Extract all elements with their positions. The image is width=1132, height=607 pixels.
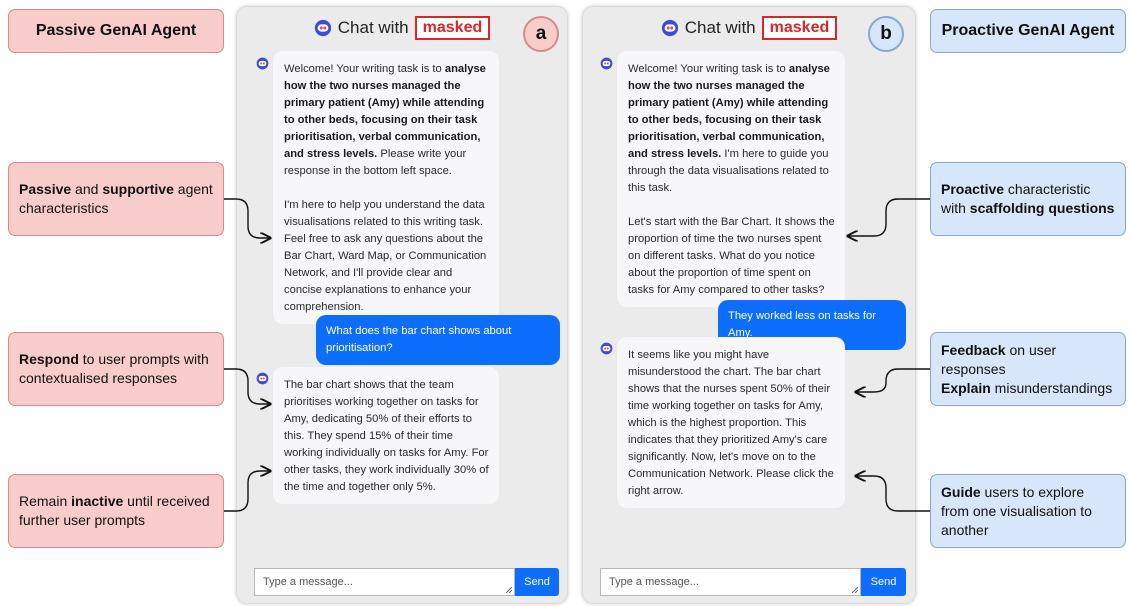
bot-avatar-icon <box>600 342 613 355</box>
proactive-agent-header-label: Proactive GenAI Agent <box>941 22 1115 39</box>
note-respond: Respond to user prompts with contextuali… <box>8 332 224 406</box>
note-bold-feedback: Feedback <box>941 341 1006 358</box>
bot-avatar-icon <box>256 372 269 385</box>
bot-avatar-icon <box>256 57 269 70</box>
resize-grip-icon[interactable] <box>852 587 858 593</box>
note-guide: Guide users to explore from one visualis… <box>930 474 1126 548</box>
note-bold-respond: Respond <box>19 351 79 367</box>
note-text: and <box>71 181 103 197</box>
send-button[interactable]: Send <box>861 568 906 596</box>
chat-panel-b: Chat with masked b Welcome! Your writing… <box>583 7 915 603</box>
note-bold-guide: Guide <box>941 483 981 500</box>
bot-logo-icon <box>314 19 331 37</box>
note-text: misunderstandings <box>990 379 1113 396</box>
masked-label: masked <box>414 16 491 40</box>
chat-title-text: Chat with <box>337 18 409 37</box>
chat-header: Chat with masked <box>583 16 915 40</box>
msg-paragraph: Let's start with the Bar Chart. It shows… <box>628 216 835 296</box>
message-input-placeholder: Type a message... <box>609 576 699 588</box>
masked-label: masked <box>761 16 838 40</box>
proactive-agent-header: Proactive GenAI Agent <box>930 9 1126 53</box>
note-bold-proactive: Proactive <box>941 181 1005 197</box>
note-bold-inactive: inactive <box>71 493 124 509</box>
bot-message-reply: The bar chart shows that the team priori… <box>273 367 499 504</box>
chat-title-text: Chat with <box>684 18 756 37</box>
bot-logo-icon <box>661 19 678 37</box>
msg-text: Welcome! Your writing task is to <box>628 63 789 75</box>
note-bold-scaffolding: scaffolding questions <box>969 200 1115 216</box>
msg-bold-task: analyse how the two nurses managed the p… <box>628 63 830 160</box>
msg-bold-task: analyse how the two nurses managed the p… <box>284 63 486 160</box>
note-bold-explain: Explain <box>941 379 991 396</box>
note-bold-passive: Passive <box>19 181 72 197</box>
msg-paragraph: I'm here to help you understand the data… <box>284 199 487 313</box>
chat-header: Chat with masked <box>237 16 567 40</box>
user-message: What does the bar chart shows about prio… <box>316 315 560 365</box>
chat-panel-a: Chat with masked a Welcome! Your writing… <box>237 7 567 603</box>
message-input[interactable]: Type a message... <box>600 568 861 596</box>
passive-agent-header-label: Passive GenAI Agent <box>35 22 197 39</box>
message-input-placeholder: Type a message... <box>263 576 353 588</box>
note-bold-supportive: supportive <box>102 181 174 197</box>
message-composer: Type a message... Send <box>254 568 559 596</box>
passive-agent-header: Passive GenAI Agent <box>8 9 224 53</box>
note-passive-characteristics: Passive and supportive agent characteris… <box>8 162 224 236</box>
msg-text: Welcome! Your writing task is to <box>284 63 445 75</box>
panel-badge-b: b <box>868 16 904 52</box>
message-composer: Type a message... Send <box>600 568 906 596</box>
bot-avatar-icon <box>600 57 613 70</box>
note-text: Remain <box>19 493 72 509</box>
note-proactive-characteristics: Proactive characteristic with scaffoldin… <box>930 162 1126 236</box>
note-feedback: Feedback on user responses Explain misun… <box>930 332 1126 406</box>
bot-message-welcome: Welcome! Your writing task is to analyse… <box>617 51 845 307</box>
bot-message-welcome: Welcome! Your writing task is to analyse… <box>273 51 499 324</box>
message-input[interactable]: Type a message... <box>254 568 515 596</box>
panel-badge-a: a <box>523 16 559 52</box>
resize-grip-icon[interactable] <box>506 587 512 593</box>
note-inactive: Remain inactive until received further u… <box>8 474 224 548</box>
send-button[interactable]: Send <box>515 568 559 596</box>
bot-message-reply: It seems like you might have misundersto… <box>617 337 845 508</box>
